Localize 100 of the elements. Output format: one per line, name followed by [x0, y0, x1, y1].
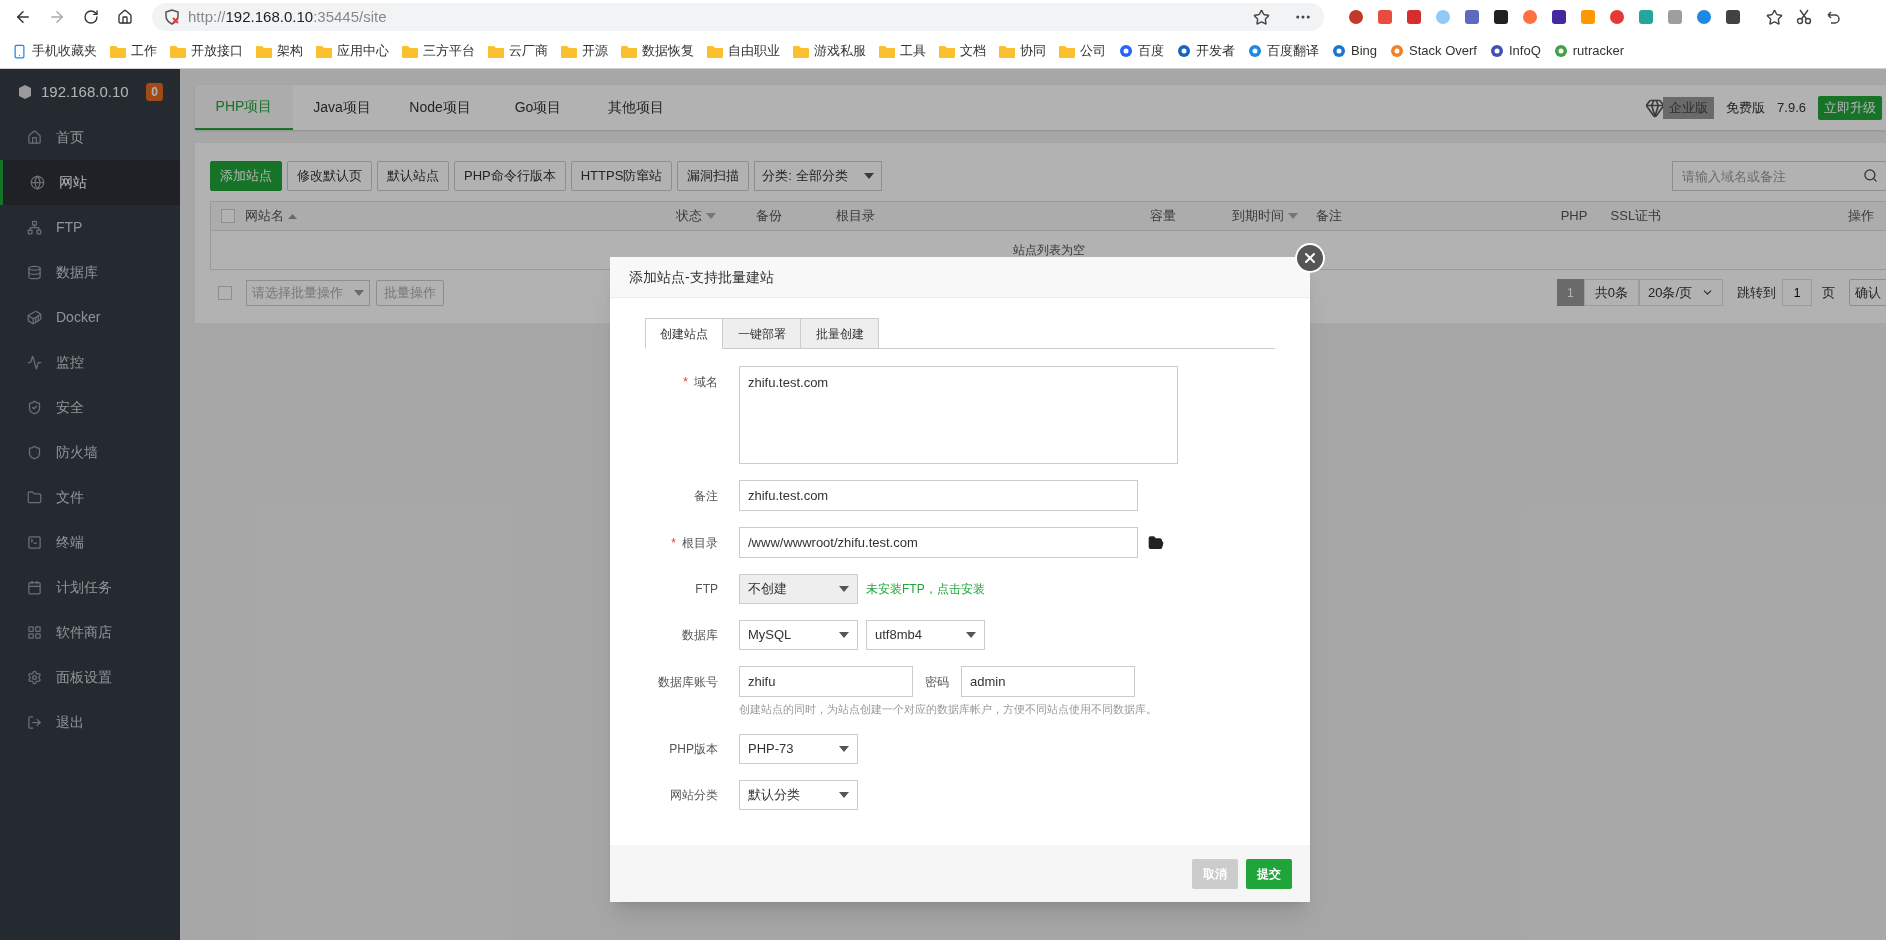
edition-label: 免费版	[1726, 98, 1766, 117]
bookmark-link[interactable]: 百度翻译	[1248, 41, 1319, 61]
extension-icon[interactable]	[1493, 9, 1509, 25]
column-header: 容量	[1149, 207, 1176, 226]
sidebar-item[interactable]: 终端	[0, 520, 180, 565]
field-label: 域名	[694, 374, 718, 391]
sidebar-item[interactable]: 面板设置	[0, 655, 180, 700]
sort-icon	[1287, 213, 1298, 219]
domain-textarea[interactable]: zhifu.test.com	[739, 366, 1178, 464]
page-size-select[interactable]: 20条/页	[1639, 279, 1723, 306]
column-header[interactable]: 状态	[675, 206, 702, 226]
bookmark-link[interactable]: 文档	[939, 41, 986, 61]
input-field[interactable]: zhifu.test.com	[739, 480, 1138, 511]
sidebar-item[interactable]: 网站	[0, 160, 180, 205]
toolbar-button[interactable]: PHP命令行版本	[454, 161, 566, 191]
bookmark-link[interactable]: 公司	[1059, 41, 1106, 61]
dialog-title: 添加站点-支持批量建站	[629, 267, 774, 287]
toolbar-button[interactable]: 修改默认页	[287, 161, 372, 191]
bookmark-link[interactable]: 数据恢复	[621, 41, 694, 61]
bookmark-link[interactable]: 工作	[110, 41, 157, 61]
home-icon[interactable]	[117, 9, 133, 25]
select-field[interactable]: utf8mb4	[866, 620, 985, 650]
column-header[interactable]: 网站名	[244, 206, 284, 226]
extension-icon[interactable]	[1725, 9, 1741, 25]
input-field[interactable]: admin	[961, 666, 1135, 697]
dialog-tab[interactable]: 创建站点	[645, 318, 723, 349]
batch-checkbox[interactable]	[218, 285, 232, 300]
extension-icon[interactable]	[1551, 9, 1567, 25]
favorites-icon[interactable]	[1766, 8, 1783, 26]
bookmark-link[interactable]: 游戏私服	[793, 41, 866, 61]
required-mark: *	[683, 374, 688, 391]
sidebar-item[interactable]: Docker	[0, 295, 180, 340]
bookmark-link[interactable]: rutracker	[1553, 41, 1625, 61]
project-tab[interactable]: Go项目	[489, 85, 587, 130]
sidebar-item[interactable]: FTP	[0, 205, 180, 250]
bookmark-link[interactable]: 云厂商	[488, 41, 548, 61]
folder-icon[interactable]	[1148, 534, 1164, 551]
site-icon	[1553, 44, 1568, 58]
project-tab[interactable]: Java项目	[293, 85, 391, 130]
folder-icon	[110, 44, 126, 58]
bookmark-link[interactable]: 百度	[1119, 41, 1164, 61]
select-field[interactable]: 默认分类	[739, 779, 858, 810]
bookmark-link[interactable]: 架构	[256, 41, 303, 61]
sidebar-item[interactable]: 首页	[0, 115, 180, 160]
field-label: 数据库账号	[658, 674, 718, 691]
bookmark-link[interactable]: Bing	[1332, 41, 1378, 61]
sidebar-item[interactable]: 监控	[0, 340, 180, 385]
category-select[interactable]: 分类: 全部分类	[754, 161, 883, 191]
project-tab[interactable]: 其他项目	[587, 85, 685, 130]
page-unit: 页	[1822, 283, 1835, 302]
bookmark-link[interactable]: 应用中心	[316, 41, 389, 61]
bookmark-link[interactable]: InfoQ	[1489, 41, 1541, 61]
insecure-shield-icon[interactable]	[164, 9, 180, 25]
sidebar-item[interactable]: 文件	[0, 475, 180, 520]
dialog-tab[interactable]: 一键部署	[723, 318, 801, 349]
hint-text: 创建站点的同时，为站点创建一个对应的数据库帐户，方便不同站点使用不同数据库。	[739, 702, 1157, 717]
project-tab[interactable]: Node项目	[391, 85, 489, 130]
sidebar-item[interactable]: 防火墙	[0, 430, 180, 475]
page-input[interactable]: 1	[1782, 279, 1812, 306]
sidebar-item[interactable]: 计划任务	[0, 565, 180, 610]
select-field[interactable]: PHP-73	[739, 733, 858, 764]
bookmark-star-icon[interactable]	[1253, 8, 1270, 26]
toolbar-button[interactable]: 默认站点	[377, 161, 449, 191]
address-bar[interactable]: http://192.168.0.10:35445/site	[152, 3, 1324, 31]
caret-icon	[864, 173, 875, 179]
caret-icon	[839, 586, 849, 592]
bookmark-link[interactable]: 三方平台	[402, 41, 475, 61]
sidebar-item[interactable]: 退出	[0, 700, 180, 745]
confirm-button[interactable]: 确认	[1849, 279, 1886, 306]
sidebar-item[interactable]: 安全	[0, 385, 180, 430]
sidebar-item[interactable]: 软件商店	[0, 610, 180, 655]
bookmark-link[interactable]: 开源	[561, 41, 608, 61]
reload-icon[interactable]	[83, 9, 99, 25]
bookmark-link[interactable]: 工具	[879, 41, 926, 61]
bookmark-link[interactable]: 开发者	[1177, 41, 1235, 61]
search-icon[interactable]	[1863, 168, 1878, 183]
undo-icon[interactable]	[1825, 9, 1841, 25]
back-icon[interactable]	[14, 8, 32, 26]
field-label: 备注	[694, 487, 718, 505]
field-label: 数据库	[682, 627, 718, 644]
sidebar-item[interactable]: 数据库	[0, 250, 180, 295]
select-all-checkbox[interactable]	[221, 209, 235, 223]
column-header[interactable]: 到期时间	[1231, 206, 1284, 226]
input-field[interactable]: /www/wwwroot/zhifu.test.com	[739, 527, 1138, 558]
toolbar-button[interactable]: 漏洞扫描	[677, 161, 750, 191]
bookmark-link[interactable]: 自由职业	[707, 41, 780, 61]
bookmark-link[interactable]: 手机收藏夹	[12, 41, 97, 61]
menu-icon	[27, 580, 42, 595]
site-icon	[1489, 44, 1504, 58]
search-field[interactable]: 请输入域名或备注	[1672, 161, 1886, 191]
bookmark-link[interactable]: 协同	[999, 41, 1046, 61]
caret-icon	[839, 745, 849, 752]
bookmark-link[interactable]: Stack Overf	[1390, 41, 1477, 61]
menu-icon	[27, 400, 42, 415]
scissors-icon[interactable]	[1796, 9, 1812, 25]
toolbar-button[interactable]: HTTPS防窜站	[570, 161, 673, 191]
dialog-tab[interactable]: 批量创建	[801, 318, 879, 349]
bookmark-link[interactable]: 开放接口	[170, 41, 243, 61]
select-field[interactable]: MySQL	[739, 620, 858, 650]
input-field[interactable]: zhifu	[739, 666, 913, 697]
